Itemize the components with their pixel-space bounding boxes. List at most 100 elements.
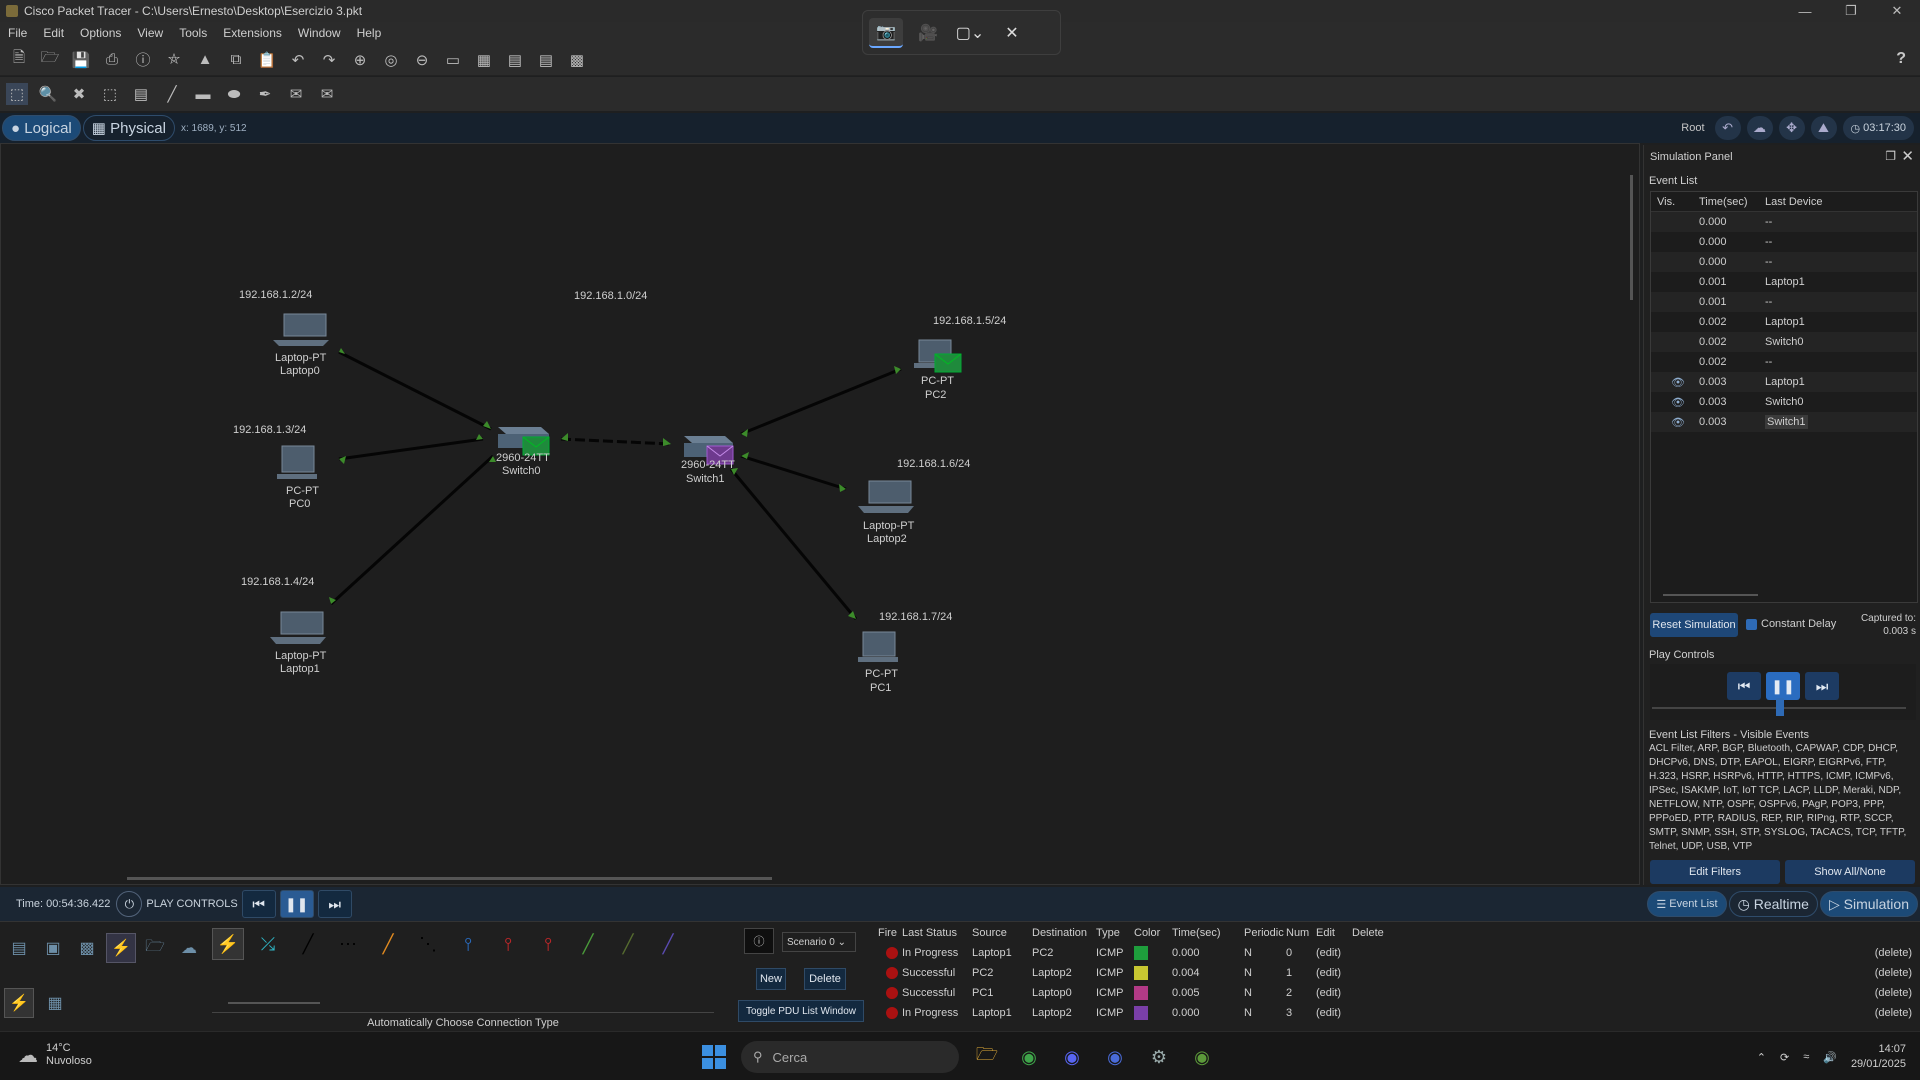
reset-simulation-button[interactable]: Reset Simulation	[1650, 613, 1738, 637]
pc0-device[interactable]: PC-PT PC0	[277, 445, 319, 510]
event-row[interactable]: 👁 0.003 Switch1	[1651, 412, 1917, 432]
iot-custom-cable-icon[interactable]: ╱	[612, 928, 644, 960]
device-dialog-icon[interactable]: ▤	[535, 49, 557, 71]
bottom-pause-button[interactable]: ❚❚	[279, 890, 314, 918]
pdu-edit-link[interactable]: (edit)	[1316, 947, 1352, 959]
event-row[interactable]: 👁 0.003 Laptop1	[1651, 372, 1917, 392]
network-wizard-icon[interactable]: ⛤	[163, 49, 185, 71]
switch0-device[interactable]: 2960-24TT Switch0	[496, 427, 550, 477]
pdu-row[interactable]: Successful PC2 Laptop2 ICMP 0.004 N 1 (edit) (de…	[872, 963, 1912, 983]
close-button[interactable]: ✕	[1874, 0, 1920, 22]
new-scenario-button[interactable]: New	[756, 968, 786, 990]
undo-icon[interactable]: ↶	[287, 49, 309, 71]
fire-icon[interactable]	[872, 1007, 902, 1019]
help-icon[interactable]: ?	[1896, 50, 1906, 68]
laptop1-device[interactable]: Laptop-PT Laptop1	[270, 611, 327, 675]
play-speed-slider[interactable]	[1776, 698, 1784, 716]
logical-tab[interactable]: ● Logical	[2, 115, 81, 141]
pc1-device[interactable]: PC-PT PC1	[858, 631, 898, 694]
fire-icon[interactable]	[872, 987, 902, 999]
menu-options[interactable]: Options	[80, 26, 121, 40]
misc-icon[interactable]: 🗁	[140, 933, 170, 963]
connections-sub-icon[interactable]: ⚡	[4, 988, 34, 1018]
back-step-button[interactable]: ⏮	[1727, 672, 1761, 700]
delete-icon[interactable]: ✖	[68, 83, 90, 105]
event-row[interactable]: 0.002 Laptop1	[1651, 312, 1917, 332]
workspace-vertical-scrollbar[interactable]	[1630, 175, 1633, 300]
root-label[interactable]: Root	[1681, 122, 1704, 134]
delete-scenario-button[interactable]: Delete	[804, 968, 846, 990]
copper-cross-icon[interactable]: ⋯	[332, 928, 364, 960]
draw-line-icon[interactable]: ╱	[161, 83, 183, 105]
forward-step-button[interactable]: ⏭	[1805, 672, 1839, 700]
end-devices-icon[interactable]: ▣	[38, 933, 68, 963]
menu-window[interactable]: Window	[298, 26, 341, 40]
taskbar-search[interactable]: ⚲ Cerca	[741, 1041, 959, 1073]
workspace-horizontal-scrollbar[interactable]	[127, 877, 772, 880]
menu-edit[interactable]: Edit	[43, 26, 64, 40]
close-panel-icon[interactable]: ✕	[1901, 147, 1914, 165]
new-file-icon[interactable]: 🗎	[8, 49, 30, 71]
event-row[interactable]: 0.000 --	[1651, 232, 1917, 252]
start-button[interactable]	[702, 1045, 726, 1069]
float-panel-icon[interactable]: ❐	[1885, 149, 1896, 163]
console-cable-icon[interactable]: ⤰	[252, 928, 284, 960]
copper-straight-icon[interactable]: ╱	[292, 928, 324, 960]
auto-connection-icon[interactable]: ⚡	[212, 928, 244, 960]
print-icon[interactable]: ⎙	[101, 49, 123, 71]
wifi-icon[interactable]: ≈	[1803, 1051, 1809, 1063]
save-icon[interactable]: 💾	[70, 49, 92, 71]
octal-icon[interactable]: ╱	[572, 928, 604, 960]
clock[interactable]: 14:07 29/01/2025	[1851, 1042, 1906, 1072]
redo-icon[interactable]: ↷	[318, 49, 340, 71]
event-row[interactable]: 0.002 --	[1651, 352, 1917, 372]
packet-tracer-taskbar-icon[interactable]: ◉	[1187, 1042, 1217, 1072]
video-icon[interactable]: 🎥	[911, 18, 945, 48]
open-folder-icon[interactable]: 🗁	[39, 49, 61, 71]
network-devices-icon[interactable]: ▤	[4, 933, 34, 963]
event-row[interactable]: 👁 0.003 Switch0	[1651, 392, 1917, 412]
constant-delay-checkbox[interactable]	[1746, 618, 1757, 630]
custom-device-icon[interactable]: ▦	[473, 49, 495, 71]
discord-icon[interactable]: ◉	[1057, 1042, 1087, 1072]
pc2-device[interactable]: PC-PT PC2	[914, 339, 962, 401]
phone-cable-icon[interactable]: ⋱	[412, 928, 444, 960]
zoom-in-icon[interactable]: ⊕	[349, 49, 371, 71]
physical-tab[interactable]: ▦ Physical	[82, 115, 175, 141]
menu-file[interactable]: File	[8, 26, 27, 40]
pdu-edit-link[interactable]: (edit)	[1316, 1007, 1352, 1019]
pdu-delete-link[interactable]: (delete)	[1352, 1007, 1912, 1019]
snip-mode-icon[interactable]: ▢⌄	[953, 18, 987, 48]
event-row[interactable]: 0.000 --	[1651, 212, 1917, 232]
weather-widget[interactable]: ☁ 14°C Nuvoloso	[18, 1042, 92, 1068]
zoom-out-icon[interactable]: ⊖	[411, 49, 433, 71]
event-list-toggle[interactable]: ☰ Event List	[1647, 891, 1727, 917]
copy-icon[interactable]: ⧉	[225, 49, 247, 71]
info-icon[interactable]: ⓘ	[744, 928, 774, 954]
add-simple-pdu-icon[interactable]: ✉	[285, 83, 307, 105]
laptop2-device[interactable]: Laptop-PT Laptop2	[858, 480, 915, 545]
draw-rectangle-icon[interactable]: ▬	[192, 83, 214, 105]
coaxial-icon[interactable]: ⫯	[452, 928, 484, 960]
pdu-delete-link[interactable]: (delete)	[1352, 987, 1912, 999]
drawing-palette-icon[interactable]: ▭	[442, 49, 464, 71]
sync-icon[interactable]: ⟳	[1780, 1051, 1789, 1064]
pdu-edit-link[interactable]: (edit)	[1316, 967, 1352, 979]
fire-icon[interactable]	[872, 967, 902, 979]
select-icon[interactable]: ⬚	[6, 83, 28, 105]
maximize-button[interactable]: ❐	[1828, 0, 1874, 22]
pdu-edit-link[interactable]: (edit)	[1316, 987, 1352, 999]
realtime-mode-button[interactable]: ◷ Realtime	[1728, 891, 1818, 917]
inspect-icon[interactable]: 🔍	[37, 83, 59, 105]
bottom-forward-button[interactable]: ⏭	[317, 890, 352, 918]
settings-icon[interactable]: ⚙	[1144, 1042, 1174, 1072]
chrome-icon[interactable]: ◉	[1014, 1042, 1044, 1072]
zoom-reset-icon[interactable]: ◎	[380, 49, 402, 71]
info-icon[interactable]: ⓘ	[132, 49, 154, 71]
volume-icon[interactable]: 🔊	[1823, 1051, 1837, 1064]
file-explorer-icon[interactable]: 🗁	[972, 1042, 1002, 1072]
pdu-row[interactable]: Successful PC1 Laptop0 ICMP 0.005 N 2 (edit) (de…	[872, 983, 1912, 1003]
laptop0-device[interactable]: Laptop-PT Laptop0	[273, 313, 329, 377]
activity-wizard-icon[interactable]: ▲	[194, 49, 216, 71]
constant-delay-option[interactable]: Constant Delay	[1746, 618, 1836, 630]
